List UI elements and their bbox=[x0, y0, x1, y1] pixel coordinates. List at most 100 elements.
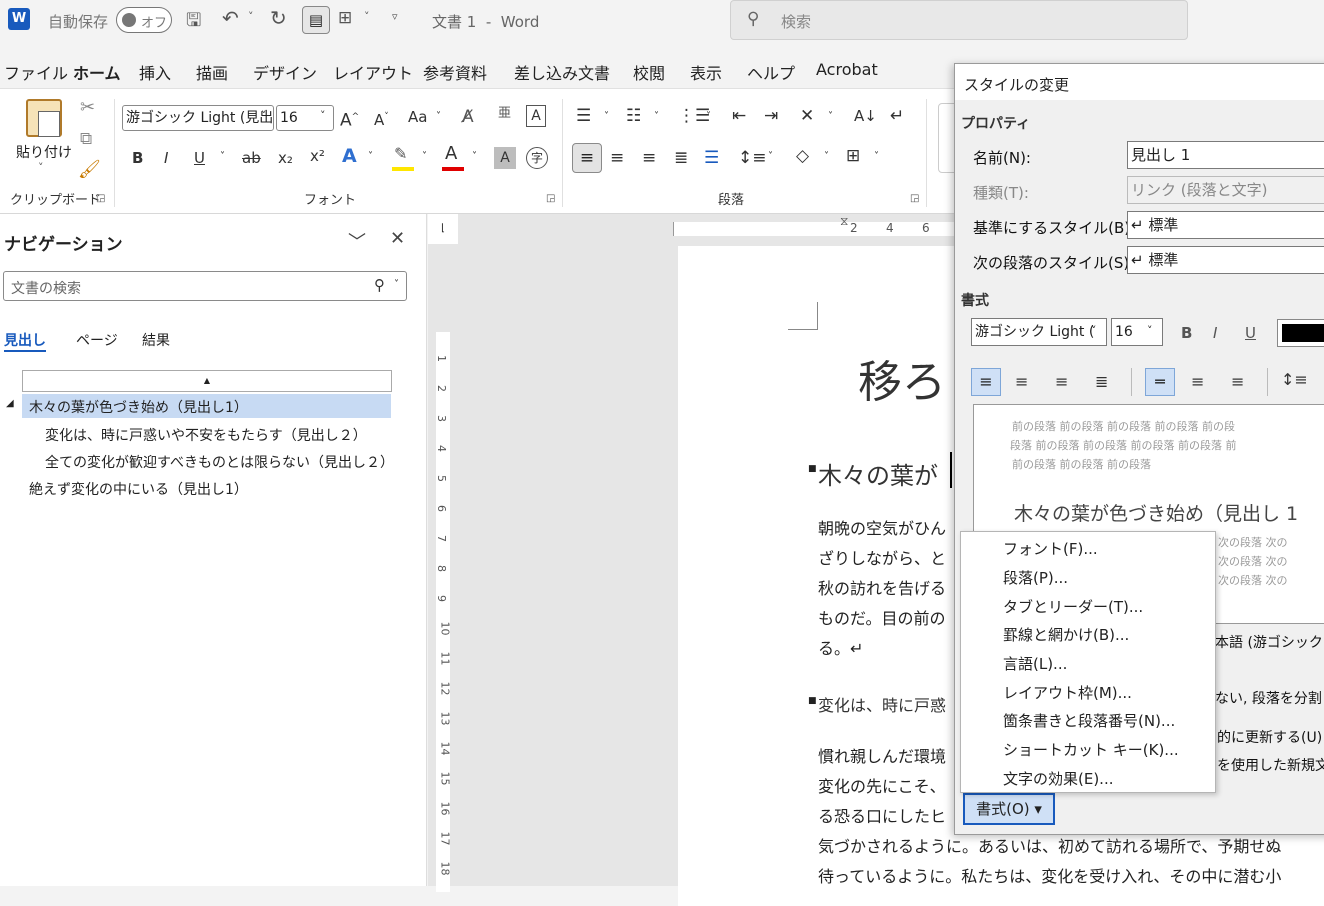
font-name-combo[interactable]: 游ゴシック Light (見出 bbox=[122, 105, 274, 131]
strikethrough-button[interactable]: ab bbox=[242, 147, 261, 169]
tab-insert[interactable]: 挿入 bbox=[139, 60, 171, 84]
menu-item-paragraph[interactable]: 段落(P)... bbox=[1003, 567, 1068, 588]
menu-item-frame[interactable]: レイアウト枠(M)... bbox=[1003, 682, 1132, 703]
borders-dropdown-icon[interactable]: ˅ bbox=[874, 151, 879, 162]
tab-layout[interactable]: レイアウト bbox=[333, 60, 413, 84]
next-style-select[interactable]: ↵ 標準 bbox=[1127, 246, 1324, 274]
dialog-italic-button[interactable]: I bbox=[1213, 322, 1217, 344]
vertical-ruler[interactable]: 1 2 3 4 5 6 7 8 9 10 11 12 13 14 15 16 17 18 bbox=[428, 244, 458, 892]
tab-review[interactable]: 校閲 bbox=[633, 60, 665, 84]
table-dropdown-icon[interactable]: ˅ bbox=[364, 10, 370, 23]
highlight-dropdown-icon[interactable]: ˅ bbox=[422, 151, 427, 162]
nav-options-chevron-icon[interactable]: ﹀ bbox=[348, 228, 366, 254]
table-icon[interactable]: ⊞ bbox=[338, 8, 352, 28]
ruler-corner[interactable]: ⌊ bbox=[428, 214, 458, 244]
font-name-dropdown-icon[interactable]: ˅ bbox=[261, 109, 267, 122]
menu-item-tabs[interactable]: タブとリーダー(T)... bbox=[1003, 596, 1143, 617]
dialog-onehalf-spacing-icon[interactable]: ≡ bbox=[1191, 371, 1204, 393]
tab-view[interactable]: 表示 bbox=[690, 60, 722, 84]
align-left-button[interactable]: ≡ bbox=[572, 143, 602, 173]
tab-design[interactable]: デザイン bbox=[253, 60, 317, 84]
menu-item-font[interactable]: フォント(F)... bbox=[1003, 538, 1098, 559]
format-dropdown-button[interactable]: 書式(O) ▾ bbox=[963, 793, 1055, 825]
base-style-select[interactable]: ↵ 標準 bbox=[1127, 211, 1324, 239]
nav-search-icon[interactable]: ⚲ bbox=[374, 276, 385, 294]
menu-item-shortcut-key[interactable]: ショートカット キー(K)... bbox=[1003, 739, 1179, 760]
decrease-indent-icon[interactable]: ⇤ bbox=[732, 105, 746, 127]
text-direction-dropdown-icon[interactable]: ˅ bbox=[828, 111, 833, 122]
bullets-dropdown-icon[interactable]: ˅ bbox=[604, 111, 609, 122]
paste-dropdown-icon[interactable]: ˅ bbox=[38, 161, 44, 174]
customize-qat-icon[interactable]: ▿ bbox=[392, 10, 398, 23]
increase-indent-icon[interactable]: ⇥ bbox=[764, 105, 778, 127]
align-center-icon[interactable]: ≡ bbox=[610, 147, 624, 169]
multilevel-dropdown-icon[interactable]: ˅ bbox=[706, 111, 711, 122]
underline-button[interactable]: U bbox=[194, 147, 205, 169]
dialog-color-select[interactable] bbox=[1277, 319, 1324, 347]
nav-tab-headings[interactable]: 見出し bbox=[4, 330, 46, 350]
dialog-size-select[interactable]: 16 bbox=[1111, 318, 1163, 346]
superscript-button[interactable]: x² bbox=[310, 145, 325, 167]
nav-search-input[interactable]: 文書の検索 ⚲ ˅ bbox=[3, 271, 407, 301]
nav-close-icon[interactable]: ✕ bbox=[390, 228, 405, 249]
subscript-button[interactable]: x₂ bbox=[278, 147, 293, 169]
menu-item-text-effects[interactable]: 文字の効果(E)... bbox=[1003, 768, 1114, 789]
font-size-dropdown-icon[interactable]: ˅ bbox=[320, 109, 326, 122]
menu-item-numbering[interactable]: 箇条書きと段落番号(N)... bbox=[1003, 710, 1175, 731]
tab-mailings[interactable]: 差し込み文書 bbox=[514, 60, 610, 84]
underline-dropdown-icon[interactable]: ˅ bbox=[220, 151, 225, 162]
name-input[interactable]: 見出し 1 bbox=[1127, 141, 1324, 169]
tab-draw[interactable]: 描画 bbox=[196, 60, 228, 84]
dialog-align-left-button[interactable]: ≡ bbox=[971, 368, 1001, 396]
bold-button[interactable]: B bbox=[132, 147, 143, 169]
nav-search-dropdown-icon[interactable]: ˅ bbox=[394, 279, 399, 290]
dialog-size-dropdown-icon[interactable]: ˅ bbox=[1147, 324, 1153, 337]
cut-icon[interactable]: ✂ bbox=[80, 97, 95, 118]
nav-heading-item[interactable]: 全ての変化が歓迎すべきものとは限らない（見出し２） bbox=[45, 452, 394, 472]
format-painter-icon[interactable]: 🖌 bbox=[78, 159, 101, 180]
tab-file[interactable]: ファイル bbox=[4, 60, 68, 84]
dialog-align-center-icon[interactable]: ≡ bbox=[1015, 371, 1028, 393]
numbering-dropdown-icon[interactable]: ˅ bbox=[654, 111, 659, 122]
autosave-toggle[interactable]: オフ bbox=[116, 7, 172, 33]
clipboard-launcher-icon[interactable]: ◲ bbox=[96, 193, 105, 204]
character-border-icon[interactable]: A bbox=[526, 105, 546, 127]
search-box[interactable]: ⚲ 検索 bbox=[730, 0, 1188, 40]
new-documents-radio[interactable]: を使用した新規文書 bbox=[1217, 755, 1324, 775]
dialog-double-spacing-icon[interactable]: ≡ bbox=[1231, 371, 1244, 393]
nav-tab-results[interactable]: 結果 bbox=[142, 330, 170, 350]
paragraph-launcher-icon[interactable]: ◲ bbox=[910, 193, 919, 204]
nav-heading-item[interactable]: 絶えず変化の中にいる（見出し1） bbox=[29, 479, 248, 499]
dialog-underline-button[interactable]: U bbox=[1245, 322, 1256, 344]
paste-label[interactable]: 貼り付け bbox=[16, 142, 72, 162]
dialog-single-spacing-button[interactable]: ═ bbox=[1145, 368, 1175, 396]
menu-item-borders[interactable]: 罫線と網かけ(B)... bbox=[1003, 624, 1129, 645]
phonetic-guide-icon[interactable]: 亜 bbox=[498, 103, 511, 125]
tab-help[interactable]: ヘルプ bbox=[747, 60, 795, 84]
italic-button[interactable]: I bbox=[164, 147, 168, 169]
undo-dropdown-icon[interactable]: ˅ bbox=[248, 10, 254, 23]
text-direction-icon[interactable]: ✕ bbox=[800, 105, 814, 127]
font-color-icon[interactable]: A bbox=[445, 143, 457, 165]
align-right-icon[interactable]: ≡ bbox=[642, 147, 656, 169]
dialog-font-dropdown-icon[interactable]: ˅ bbox=[1091, 324, 1097, 337]
show-marks-icon[interactable]: ↵ bbox=[890, 105, 904, 127]
sort-icon[interactable]: A↓ bbox=[854, 105, 877, 127]
dialog-font-select[interactable]: 游ゴシック Light ( bbox=[971, 318, 1107, 346]
clear-formatting-icon[interactable]: A̸ bbox=[462, 106, 474, 128]
enclose-characters-icon[interactable]: 字 bbox=[526, 147, 548, 169]
change-case-button[interactable]: Aa bbox=[408, 106, 427, 128]
highlight-icon[interactable]: ✎ bbox=[394, 143, 407, 165]
grow-font-button[interactable]: A^ bbox=[340, 106, 359, 132]
line-spacing-icon[interactable]: ↕≡ bbox=[738, 147, 767, 169]
justify-icon[interactable]: ≣ bbox=[674, 147, 688, 169]
indent-marker-icon[interactable]: ⧖ bbox=[840, 214, 848, 229]
nav-heading-item[interactable]: 変化は、時に戸惑いや不安をもたらす（見出し２） bbox=[45, 425, 367, 445]
font-launcher-icon[interactable]: ◲ bbox=[546, 193, 555, 204]
shrink-font-button[interactable]: A˅ bbox=[374, 106, 389, 131]
nav-tab-pages[interactable]: ページ bbox=[76, 330, 118, 350]
dialog-bold-button[interactable]: B bbox=[1181, 322, 1192, 344]
print-layout-icon[interactable]: ▤ bbox=[302, 6, 330, 34]
numbering-icon[interactable]: ☷ bbox=[626, 105, 641, 127]
text-effects-dropdown-icon[interactable]: ˅ bbox=[368, 151, 373, 162]
